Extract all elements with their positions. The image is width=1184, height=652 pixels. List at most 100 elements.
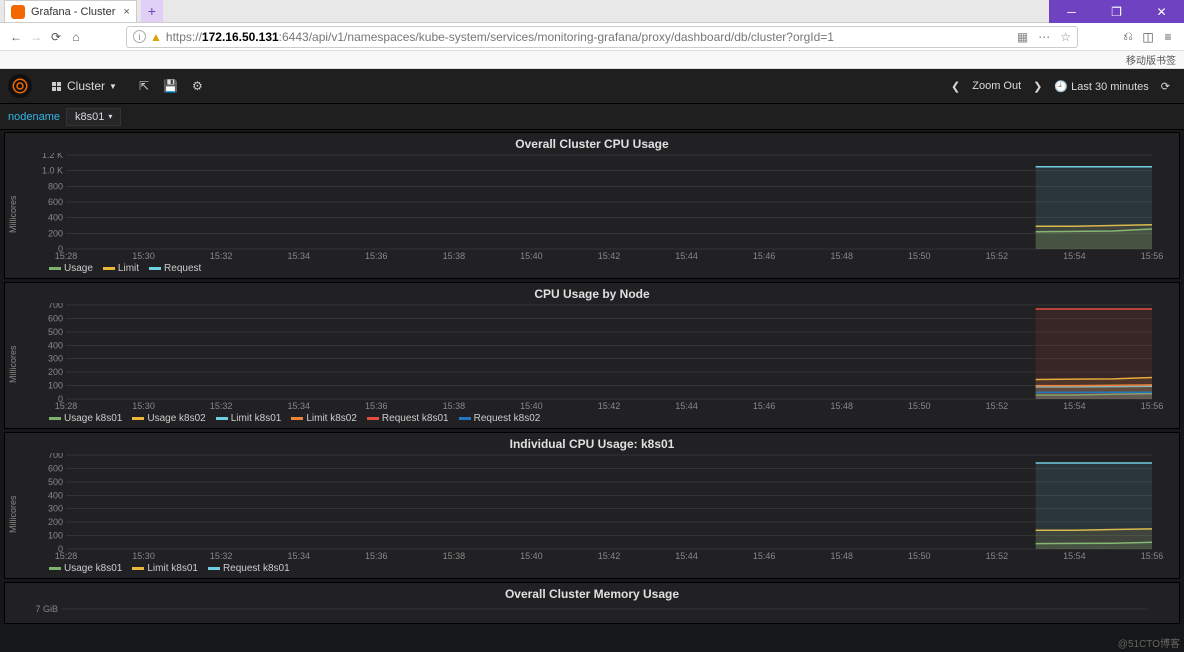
chart-plot[interactable]: 010020030040050060070015:2815:3015:3215:… xyxy=(19,453,1173,561)
url-scheme: https:// xyxy=(166,30,202,44)
legend-label: Limit xyxy=(118,263,139,274)
window-close-button[interactable]: ✕ xyxy=(1139,0,1184,23)
url-input[interactable]: i ▲ https:// 172.16.50.131 :6443/api/v1/… xyxy=(126,26,1078,48)
clock-icon: 🕘 xyxy=(1054,81,1071,93)
time-back-button[interactable]: ❮ xyxy=(945,80,966,93)
svg-text:15:32: 15:32 xyxy=(210,401,233,411)
svg-text:15:34: 15:34 xyxy=(287,551,310,561)
svg-text:200: 200 xyxy=(48,228,63,238)
svg-text:15:54: 15:54 xyxy=(1063,401,1086,411)
legend-item[interactable]: Request k8s01 xyxy=(367,413,449,424)
legend-item[interactable]: Usage k8s01 xyxy=(49,413,122,424)
svg-text:600: 600 xyxy=(48,197,63,207)
legend-label: Request k8s01 xyxy=(382,413,449,424)
grafana-header: Cluster ▼ ⇱ 💾 ⚙ ❮ Zoom Out ❯ 🕘 Last 30 m… xyxy=(0,69,1184,104)
time-picker: ❮ Zoom Out ❯ 🕘 Last 30 minutes ⟳ xyxy=(945,80,1176,93)
chart-plot[interactable]: 02004006008001.0 K1.2 K15:2815:3015:3215… xyxy=(19,153,1173,261)
legend-swatch xyxy=(208,567,220,570)
svg-text:200: 200 xyxy=(48,367,63,377)
svg-text:15:40: 15:40 xyxy=(520,401,543,411)
window-maximize-button[interactable]: ❐ xyxy=(1094,0,1139,23)
panel[interactable]: Individual CPU Usage: k8s01Millicores010… xyxy=(4,432,1180,579)
legend-label: Request k8s02 xyxy=(474,413,541,424)
y-axis-label: Millicores xyxy=(7,153,19,276)
svg-text:15:48: 15:48 xyxy=(830,551,853,561)
svg-text:15:48: 15:48 xyxy=(830,401,853,411)
reload-button[interactable]: ⟳ xyxy=(46,30,66,44)
svg-text:15:36: 15:36 xyxy=(365,401,388,411)
page-actions-icon[interactable]: ⋯ xyxy=(1038,30,1050,44)
legend-item[interactable]: Limit k8s02 xyxy=(291,413,357,424)
zoom-out-button[interactable]: Zoom Out xyxy=(966,80,1027,92)
save-icon[interactable]: 💾 xyxy=(163,79,178,93)
time-forward-button[interactable]: ❯ xyxy=(1027,80,1048,93)
window-minimize-button[interactable]: ─ xyxy=(1049,0,1094,23)
legend-swatch xyxy=(103,267,115,270)
back-button[interactable]: ← xyxy=(6,30,26,44)
legend-item[interactable]: Usage k8s02 xyxy=(132,413,205,424)
browser-tab-active[interactable]: Grafana - Cluster × xyxy=(4,0,137,22)
svg-text:15:50: 15:50 xyxy=(908,401,931,411)
legend-item[interactable]: Usage k8s01 xyxy=(49,563,122,574)
url-path: :6443/api/v1/namespaces/kube-system/serv… xyxy=(279,30,834,44)
svg-text:300: 300 xyxy=(48,354,63,364)
bookmarks-toolbar: 移动版书签 xyxy=(0,51,1184,69)
svg-text:700: 700 xyxy=(48,303,63,310)
share-icon[interactable]: ⇱ xyxy=(139,79,149,93)
close-tab-icon[interactable]: × xyxy=(123,6,129,18)
legend-item[interactable]: Request k8s02 xyxy=(459,413,541,424)
svg-text:15:36: 15:36 xyxy=(365,551,388,561)
reader-mode-icon[interactable]: ▦ xyxy=(1017,30,1028,44)
page-info-icon[interactable]: i xyxy=(133,30,146,43)
bookmark-star-icon[interactable]: ☆ xyxy=(1060,30,1071,44)
grafana-favicon xyxy=(11,5,25,19)
tab-title: Grafana - Cluster xyxy=(31,6,115,18)
legend-item[interactable]: Request k8s01 xyxy=(208,563,290,574)
panel[interactable]: CPU Usage by NodeMillicores0100200300400… xyxy=(4,282,1180,429)
menu-icon[interactable]: ≡ xyxy=(1158,30,1178,44)
time-range-display[interactable]: 🕘 Last 30 minutes xyxy=(1048,80,1154,93)
refresh-button[interactable]: ⟳ xyxy=(1155,80,1176,93)
svg-text:15:34: 15:34 xyxy=(287,251,310,261)
variable-value: k8s01 xyxy=(75,111,104,123)
svg-text:15:30: 15:30 xyxy=(132,401,155,411)
forward-button[interactable]: → xyxy=(26,30,46,44)
panel[interactable]: Overall Cluster CPU UsageMillicores02004… xyxy=(4,132,1180,279)
home-button[interactable]: ⌂ xyxy=(66,30,86,44)
svg-text:15:38: 15:38 xyxy=(443,401,466,411)
watermark: @51CTO博客 xyxy=(1118,635,1180,650)
variable-picker[interactable]: k8s01 ▾ xyxy=(66,108,121,126)
library-icon[interactable]: ⎌ xyxy=(1118,29,1138,44)
chart-plot[interactable]: 7 GiB xyxy=(9,603,1173,621)
settings-gear-icon[interactable]: ⚙ xyxy=(192,79,203,93)
svg-text:15:28: 15:28 xyxy=(55,251,78,261)
svg-text:15:34: 15:34 xyxy=(287,401,310,411)
svg-text:15:44: 15:44 xyxy=(675,251,698,261)
legend-swatch xyxy=(49,267,61,270)
security-warning-icon: ▲ xyxy=(150,30,162,44)
variable-label: nodename xyxy=(8,111,60,123)
panel-title: Individual CPU Usage: k8s01 xyxy=(5,433,1179,453)
legend-item[interactable]: Request xyxy=(149,263,201,274)
mobile-bookmarks-label[interactable]: 移动版书签 xyxy=(1126,52,1176,67)
svg-text:600: 600 xyxy=(48,313,63,323)
legend-label: Limit k8s01 xyxy=(231,413,282,424)
legend-item[interactable]: Limit xyxy=(103,263,139,274)
panel[interactable]: Overall Cluster Memory Usage7 GiB xyxy=(4,582,1180,624)
new-tab-button[interactable]: + xyxy=(141,0,163,22)
legend-swatch xyxy=(132,417,144,420)
legend-label: Usage xyxy=(64,263,93,274)
window-titlebar: Grafana - Cluster × + ─ ❐ ✕ xyxy=(0,0,1184,23)
legend-swatch xyxy=(149,267,161,270)
svg-text:400: 400 xyxy=(48,490,63,500)
svg-text:15:30: 15:30 xyxy=(132,251,155,261)
sidebar-icon[interactable]: ◫ xyxy=(1138,30,1158,44)
svg-text:15:28: 15:28 xyxy=(55,401,78,411)
legend-item[interactable]: Limit k8s01 xyxy=(216,413,282,424)
dashboard-picker[interactable]: Cluster ▼ xyxy=(46,79,123,93)
legend-item[interactable]: Limit k8s01 xyxy=(132,563,198,574)
grafana-logo[interactable] xyxy=(8,74,32,98)
legend-label: Usage k8s01 xyxy=(64,563,122,574)
chart-plot[interactable]: 010020030040050060070015:2815:3015:3215:… xyxy=(19,303,1173,411)
legend-item[interactable]: Usage xyxy=(49,263,93,274)
